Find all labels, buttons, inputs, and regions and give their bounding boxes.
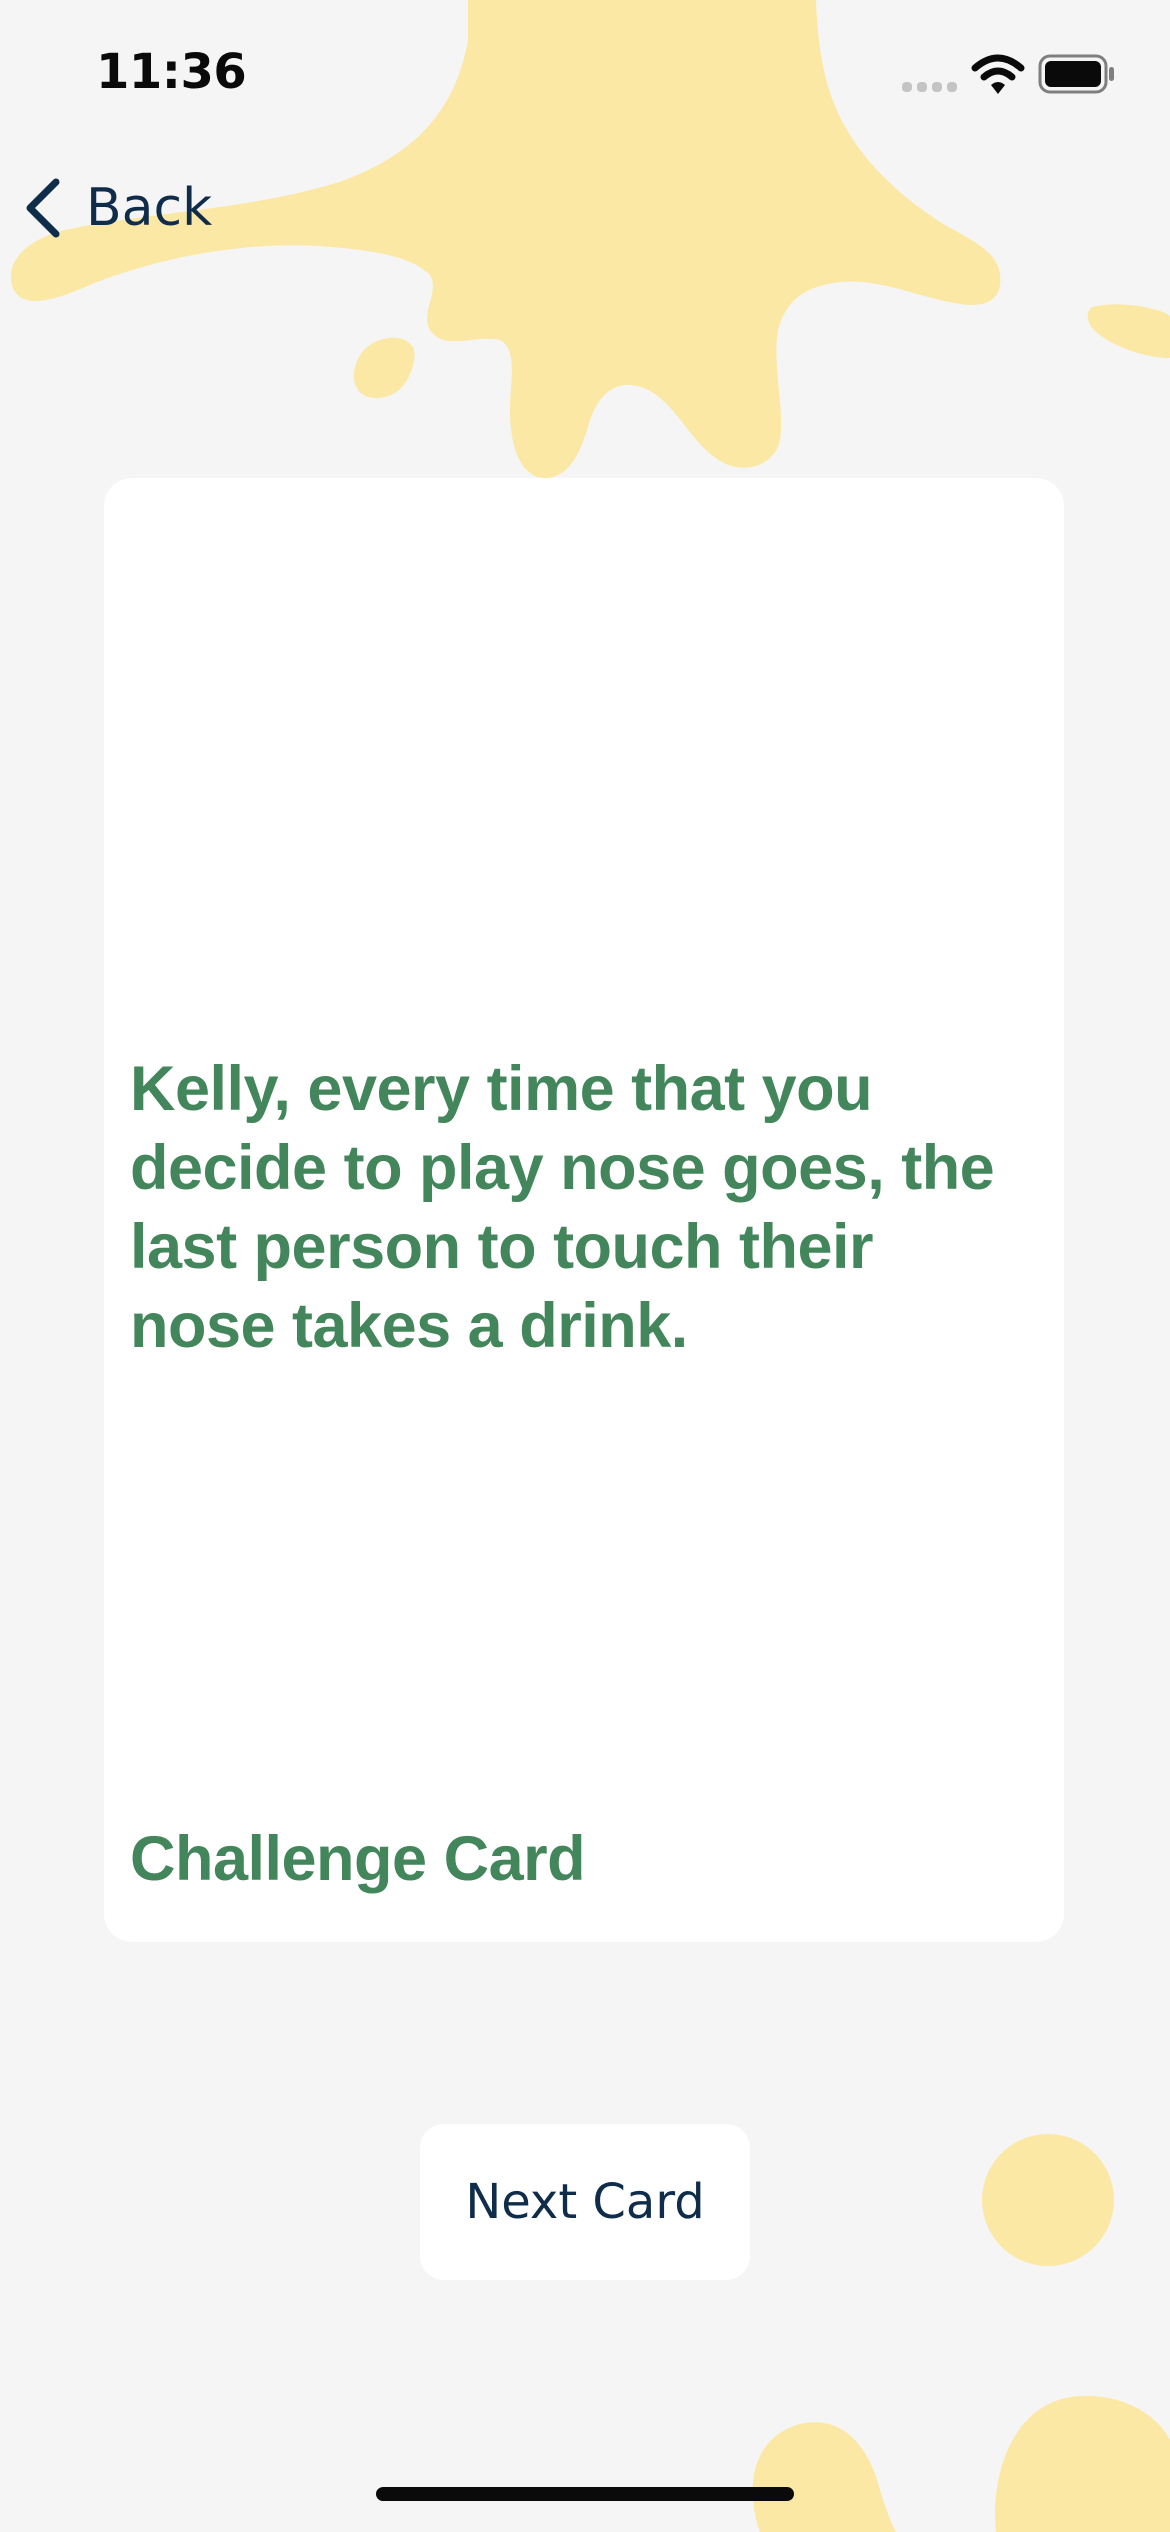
chevron-left-icon bbox=[26, 178, 60, 238]
card-text: Kelly, every time that you decide to pla… bbox=[130, 1054, 995, 1361]
battery-icon bbox=[1038, 54, 1114, 94]
home-indicator[interactable] bbox=[376, 2487, 794, 2501]
status-bar: 11:36 bbox=[0, 0, 1170, 150]
wifi-icon bbox=[971, 54, 1025, 94]
back-label: Back bbox=[86, 178, 213, 238]
cellular-signal-icon bbox=[902, 82, 957, 92]
back-button[interactable]: Back bbox=[22, 168, 212, 248]
challenge-card: Kelly, every time that you decide to pla… bbox=[104, 478, 1064, 1942]
card-type-label: Challenge Card bbox=[130, 1824, 586, 1894]
status-time: 11:36 bbox=[96, 44, 247, 100]
next-card-button[interactable]: Next Card bbox=[420, 2124, 750, 2280]
